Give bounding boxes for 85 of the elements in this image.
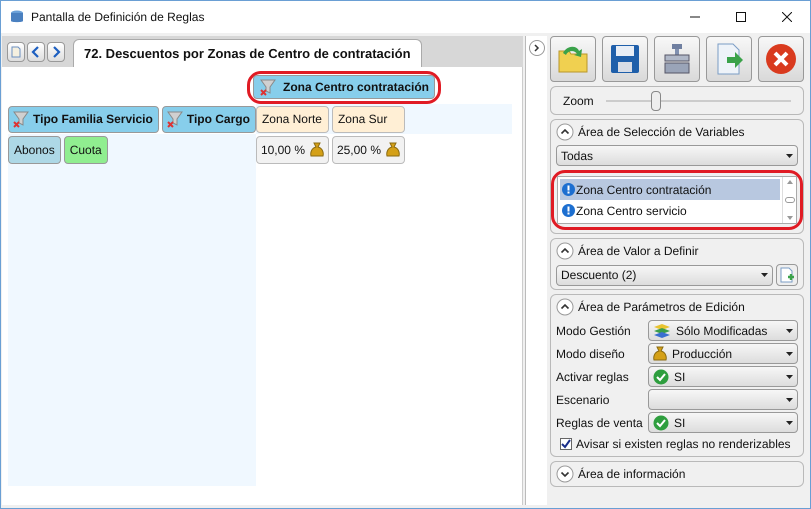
scroll-down-icon[interactable] (786, 216, 792, 220)
column-variable-label: Zona Centro contratación (283, 79, 430, 96)
dropdown[interactable]: Producción (648, 343, 798, 364)
money-bag-icon (653, 346, 667, 362)
info-icon (562, 204, 575, 217)
caret-icon (786, 328, 793, 332)
row-value[interactable]: Cuota (64, 136, 108, 164)
dropdown-value: Todas (561, 148, 594, 164)
close-icon[interactable] (758, 36, 804, 82)
check-icon (653, 414, 669, 430)
funnel-icon (166, 110, 184, 128)
collapse-pane-button[interactable] (528, 40, 545, 56)
window-title: Pantalla de Definición de Reglas (31, 9, 204, 26)
expand-icon[interactable] (556, 465, 574, 483)
tab[interactable]: 72. Descuentos por Zonas de Centro de contratación (73, 39, 422, 67)
row-variable-header[interactable]: Tipo Familia Servicio (8, 106, 159, 132)
dropdown[interactable]: Todas (556, 145, 798, 166)
chevron-right-icon (534, 44, 540, 52)
app-icon (9, 9, 25, 25)
zoom-label: Zoom (563, 92, 594, 110)
row-variable-label: Tipo Familia Servicio (33, 111, 154, 128)
money-bag-icon (386, 142, 400, 158)
funnel-icon (259, 78, 277, 96)
dropdown-value: Descuento (2) (561, 267, 638, 284)
collapse-icon[interactable] (556, 123, 574, 141)
panel-title: Área de Parámetros de Edición (578, 299, 745, 316)
save-icon[interactable] (602, 36, 648, 82)
money-bag-icon (310, 142, 324, 158)
column-value[interactable]: Zona Sur (332, 106, 405, 132)
layers-icon (653, 322, 671, 338)
panel-title: Área de información (578, 466, 686, 483)
close-icon (782, 12, 792, 22)
value-cell[interactable]: 10,00 % (256, 136, 329, 164)
caret-icon (786, 374, 793, 378)
field-label: Activar reglas (556, 368, 630, 386)
open-folder-icon[interactable] (550, 36, 596, 82)
dropdown-value: Producción (672, 346, 734, 362)
dropdown[interactable]: SI (648, 412, 798, 433)
collapse-icon[interactable] (556, 242, 574, 260)
caret-icon (761, 273, 768, 277)
panel-title: Área de Selección de Variables (578, 124, 745, 141)
dropdown-value: Sólo Modificadas (676, 322, 768, 340)
row-value[interactable]: Abonos (8, 136, 61, 164)
row-variable-label: Tipo Cargo (186, 111, 251, 128)
check-icon (653, 368, 669, 384)
cell-value: 25,00 % (336, 142, 381, 159)
slider-thumb[interactable] (650, 90, 661, 110)
info-icon (562, 183, 575, 196)
dropdown[interactable]: SI (648, 366, 798, 387)
variable-label: Zona Centro contratación (576, 182, 712, 198)
scroll-up-icon[interactable] (786, 180, 792, 184)
back-icon[interactable] (27, 42, 45, 62)
panel-title: Área de Valor a Definir (578, 243, 699, 260)
dropdown[interactable]: Descuento (2) (556, 264, 773, 286)
caret-icon (786, 420, 793, 424)
field-label: Modo diseño (556, 346, 626, 362)
row-variable-header[interactable]: Tipo Cargo (162, 106, 256, 132)
checkbox-label: Avisar si existen reglas no renderizables (576, 436, 791, 453)
dropdown-value: SI (674, 414, 686, 432)
checkbox[interactable] (560, 438, 572, 450)
caret-icon (786, 154, 793, 158)
funnel-icon (12, 110, 30, 128)
column-variable-header[interactable]: Zona Centro contratación (253, 75, 436, 99)
press-icon[interactable] (654, 36, 700, 82)
cell-value: 10,00 % (260, 142, 305, 159)
field-label: Reglas de venta (556, 414, 644, 432)
dropdown[interactable]: Sólo Modificadas (648, 320, 798, 341)
dropdown[interactable] (648, 389, 798, 410)
field-label: Modo Gestión (556, 322, 632, 340)
dropdown-value: SI (674, 368, 686, 386)
field-label: Escenario (556, 392, 610, 408)
forward-icon[interactable] (47, 42, 65, 62)
new-document-icon[interactable] (7, 42, 25, 62)
variable-label: Zona Centro servicio (576, 202, 687, 220)
caret-icon (786, 398, 793, 402)
zoom-slider[interactable] (606, 90, 791, 112)
collapse-icon[interactable] (556, 298, 574, 316)
scrollbar[interactable] (782, 177, 796, 223)
variable-item[interactable]: Zona Centro contratación (560, 179, 780, 200)
value-cell[interactable]: 25,00 % (332, 136, 405, 164)
add-value-button[interactable] (776, 264, 798, 286)
caret-icon (786, 352, 793, 356)
variable-item[interactable]: Zona Centro servicio (560, 200, 780, 221)
column-value[interactable]: Zona Norte (256, 106, 329, 132)
maximize-icon (736, 12, 746, 22)
